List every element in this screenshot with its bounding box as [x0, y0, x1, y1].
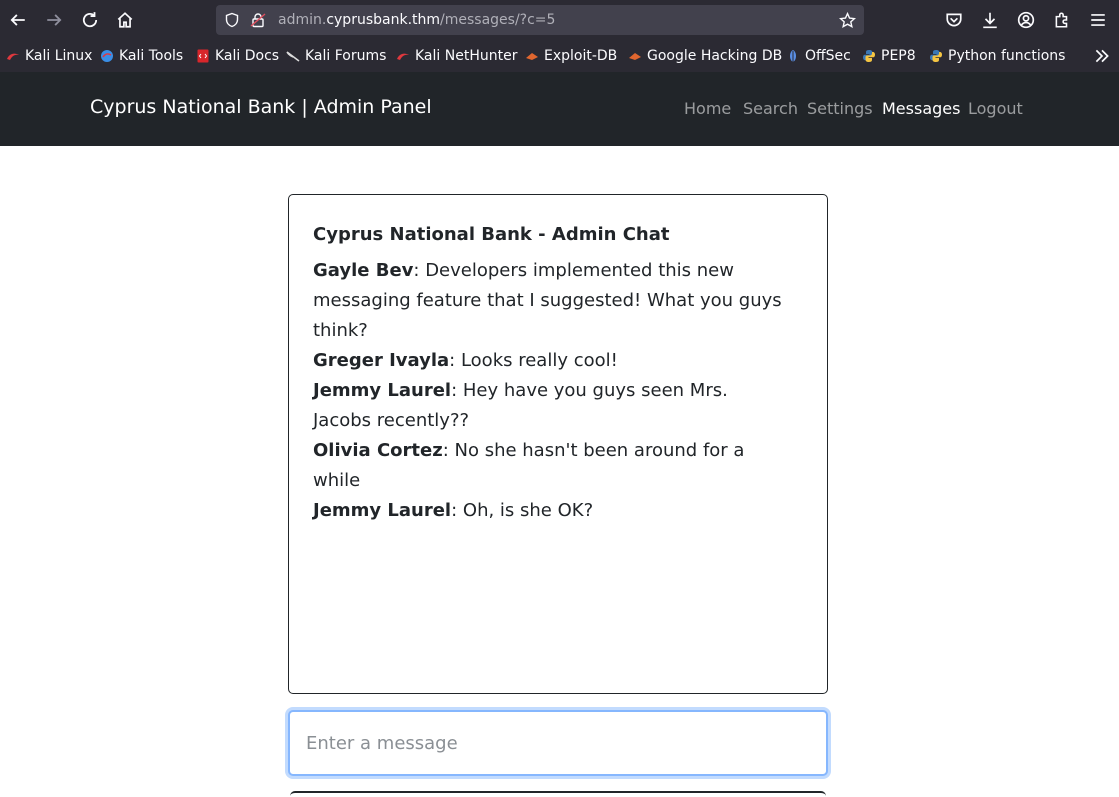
bookmark-label: Kali NetHunter [415, 48, 518, 64]
nav-link-logout[interactable]: Logout [968, 99, 1023, 119]
bookmark-label: Kali Forums [305, 48, 387, 64]
exploit-db-icon [525, 49, 539, 63]
message-list: Gayle Bev: Developers implemented this n… [313, 256, 783, 526]
message-author: Greger Ivayla [313, 350, 450, 371]
extensions-icon[interactable] [1048, 6, 1076, 34]
pocket-icon[interactable] [940, 6, 968, 34]
bookmark-label: Exploit-DB [544, 48, 618, 64]
python-icon [929, 49, 943, 63]
url-text[interactable]: admin.cyprusbank.thm/messages/?c=5 [278, 11, 555, 29]
bookmark-label: OffSec [805, 48, 851, 64]
bookmark-pep8[interactable]: PEP8 [862, 47, 916, 65]
url-host: cyprusbank.thm [326, 12, 441, 28]
bookmarks-bar: Kali Linux Kali Tools Kali Docs Kali For… [0, 40, 1119, 72]
nav-link-settings[interactable]: Settings [807, 99, 873, 119]
bookmark-kali-nethunter[interactable]: Kali NetHunter [396, 47, 517, 65]
browser-toolbar: admin.cyprusbank.thm/messages/?c=5 [0, 0, 1119, 40]
bookmark-offsec[interactable]: OffSec [786, 47, 851, 65]
kali-icon [6, 49, 20, 63]
nav-link-messages[interactable]: Messages [882, 99, 960, 119]
bookmark-label: Google Hacking DB [647, 48, 783, 64]
message-input[interactable] [288, 710, 828, 776]
home-icon[interactable] [111, 6, 139, 34]
kali-forums-icon [286, 49, 300, 63]
chat-panel: Cyprus National Bank - Admin Chat Gayle … [288, 194, 828, 694]
bookmark-kali-docs[interactable]: Kali Docs [196, 47, 279, 65]
url-prefix: admin. [278, 12, 327, 28]
message-text: : Oh, is she OK? [451, 500, 594, 521]
chat-title: Cyprus National Bank - Admin Chat [313, 224, 670, 245]
lock-icon[interactable] [249, 11, 267, 29]
kali-docs-icon [196, 49, 210, 63]
bookmark-label: Kali Docs [215, 48, 280, 64]
message-text: : Looks really cool! [449, 350, 618, 371]
shield-icon[interactable] [223, 11, 241, 29]
bookmark-label: PEP8 [881, 48, 916, 64]
bookmark-kali-forums[interactable]: Kali Forums [286, 47, 386, 65]
menu-icon[interactable] [1084, 6, 1112, 34]
ghdb-icon [628, 49, 642, 63]
message-item: Greger Ivayla: Looks really cool! [313, 346, 783, 376]
navbar-brand[interactable]: Cyprus National Bank | Admin Panel [90, 95, 432, 119]
forward-icon[interactable] [40, 6, 68, 34]
reload-icon[interactable] [76, 6, 104, 34]
site-navbar: Cyprus National Bank | Admin Panel Home … [0, 72, 1119, 146]
bookmark-kali-linux[interactable]: Kali Linux [6, 47, 92, 65]
message-author: Jemmy Laurel [313, 500, 452, 521]
message-item: Jemmy Laurel: Hey have you guys seen Mrs… [313, 376, 783, 436]
python-icon [862, 49, 876, 63]
url-path: /messages/?c=5 [440, 12, 556, 28]
offsec-icon [786, 49, 800, 63]
message-item: Gayle Bev: Developers implemented this n… [313, 256, 783, 346]
nav-link-search[interactable]: Search [743, 99, 798, 119]
url-bar[interactable]: admin.cyprusbank.thm/messages/?c=5 [216, 5, 864, 35]
bookmark-label: Kali Tools [119, 48, 184, 64]
account-icon[interactable] [1012, 6, 1040, 34]
message-author: Jemmy Laurel [313, 380, 452, 401]
bookmark-exploit-db[interactable]: Exploit-DB [525, 47, 617, 65]
message-author: Olivia Cortez [313, 440, 443, 461]
bookmark-python-functions[interactable]: Python functions [929, 47, 1065, 65]
bookmark-label: Python functions [948, 48, 1066, 64]
bookmark-kali-tools[interactable]: Kali Tools [100, 47, 183, 65]
back-icon[interactable] [4, 6, 32, 34]
message-item: Olivia Cortez: No she hasn't been around… [313, 436, 783, 496]
nav-link-home[interactable]: Home [684, 99, 731, 119]
download-icon[interactable] [976, 6, 1004, 34]
star-icon[interactable] [838, 11, 856, 29]
message-item: Jemmy Laurel: Oh, is she OK? [313, 496, 783, 526]
bookmark-google-hacking-db[interactable]: Google Hacking DB [628, 47, 782, 65]
bookmark-label: Kali Linux [25, 48, 93, 64]
nethunter-icon [396, 49, 410, 63]
overflow-chevrons-icon[interactable] [1088, 42, 1116, 70]
kali-tools-icon [100, 49, 114, 63]
send-button[interactable] [290, 791, 826, 797]
message-author: Gayle Bev [313, 260, 414, 281]
